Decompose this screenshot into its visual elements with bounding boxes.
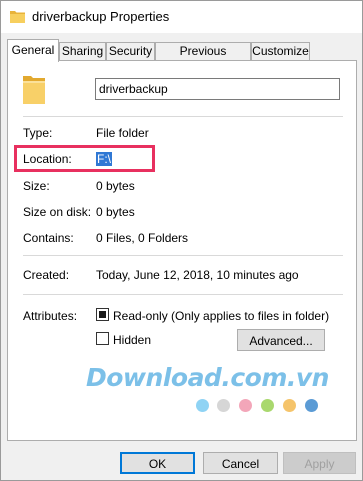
- watermark-logo: Download.com.vn: [86, 363, 329, 392]
- readonly-checkbox[interactable]: [96, 308, 109, 321]
- type-value: File folder: [96, 126, 149, 140]
- contains-label: Contains:: [23, 231, 74, 245]
- folder-icon: [10, 11, 25, 23]
- watermark-dot: [239, 399, 252, 412]
- watermark-dot: [196, 399, 209, 412]
- tab-customize[interactable]: Customize: [251, 42, 310, 60]
- properties-window: driverbackup Properties General Sharing …: [0, 0, 363, 481]
- watermark-dot: [217, 399, 230, 412]
- divider: [23, 116, 343, 117]
- location-value[interactable]: F:\: [96, 152, 112, 166]
- large-folder-icon: [23, 76, 45, 104]
- created-value: Today, June 12, 2018, 10 minutes ago: [96, 268, 299, 282]
- apply-button[interactable]: Apply: [283, 452, 356, 474]
- contains-value: 0 Files, 0 Folders: [96, 231, 189, 245]
- type-label: Type:: [23, 126, 53, 140]
- created-label: Created:: [23, 268, 70, 282]
- tab-sharing[interactable]: Sharing: [59, 42, 106, 60]
- watermark-dot: [283, 399, 296, 412]
- watermark-dot: [305, 399, 318, 412]
- size-on-disk-label: Size on disk:: [23, 205, 92, 219]
- location-highlight-box: [14, 145, 155, 172]
- ok-button[interactable]: OK: [120, 452, 195, 474]
- watermark-dot: [261, 399, 274, 412]
- divider: [23, 294, 343, 295]
- hidden-checkbox[interactable]: [96, 332, 109, 345]
- tab-previous-versions[interactable]: Previous Versions: [155, 42, 251, 75]
- readonly-label[interactable]: Read-only (Only applies to files in fold…: [113, 309, 329, 323]
- hidden-label[interactable]: Hidden: [113, 333, 151, 347]
- attributes-label: Attributes:: [23, 309, 78, 323]
- size-on-disk-value: 0 bytes: [96, 205, 135, 219]
- cancel-button[interactable]: Cancel: [203, 452, 278, 474]
- folder-name-input[interactable]: [95, 78, 340, 100]
- size-value: 0 bytes: [96, 179, 135, 193]
- tab-general[interactable]: General: [7, 39, 59, 62]
- tab-security[interactable]: Security: [106, 42, 155, 60]
- title-bar[interactable]: driverbackup Properties: [1, 1, 362, 33]
- advanced-button[interactable]: Advanced...: [237, 329, 325, 351]
- divider: [23, 255, 343, 256]
- window-title: driverbackup Properties: [32, 9, 170, 24]
- size-label: Size:: [23, 179, 50, 193]
